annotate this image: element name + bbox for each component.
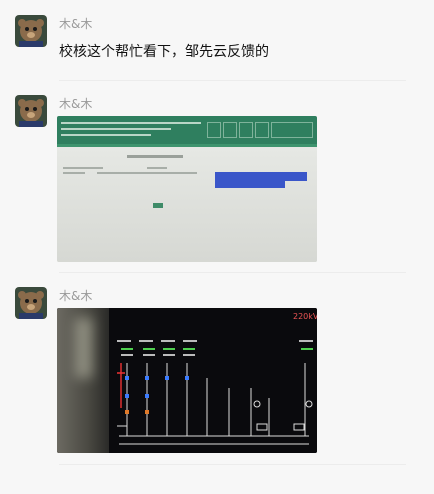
message-divider — [59, 80, 406, 81]
message-image-screenshot[interactable] — [57, 116, 317, 262]
avatar[interactable] — [15, 287, 47, 319]
message-image-monitor[interactable]: 220kV西陶变 — [57, 308, 317, 453]
sender-name: 木&木 — [59, 17, 93, 31]
photo-header-band — [57, 116, 317, 144]
bear-avatar-icon — [15, 15, 47, 47]
bear-avatar-icon — [15, 287, 47, 319]
substation-title: 220kV西陶变 — [293, 312, 317, 321]
sender-name: 木&木 — [59, 289, 93, 303]
message-divider — [59, 272, 406, 273]
substation-diagram-icon — [117, 340, 313, 445]
monitor-screen: 220kV西陶变 — [109, 308, 317, 453]
sender-name: 木&木 — [59, 97, 93, 111]
avatar[interactable] — [15, 15, 47, 47]
bear-avatar-icon — [15, 95, 47, 127]
message-divider — [59, 464, 406, 465]
photo-content-area — [57, 147, 317, 262]
avatar[interactable] — [15, 95, 47, 127]
message-text[interactable]: 校核这个帮忙看下，邹先云反馈的 — [59, 41, 269, 61]
